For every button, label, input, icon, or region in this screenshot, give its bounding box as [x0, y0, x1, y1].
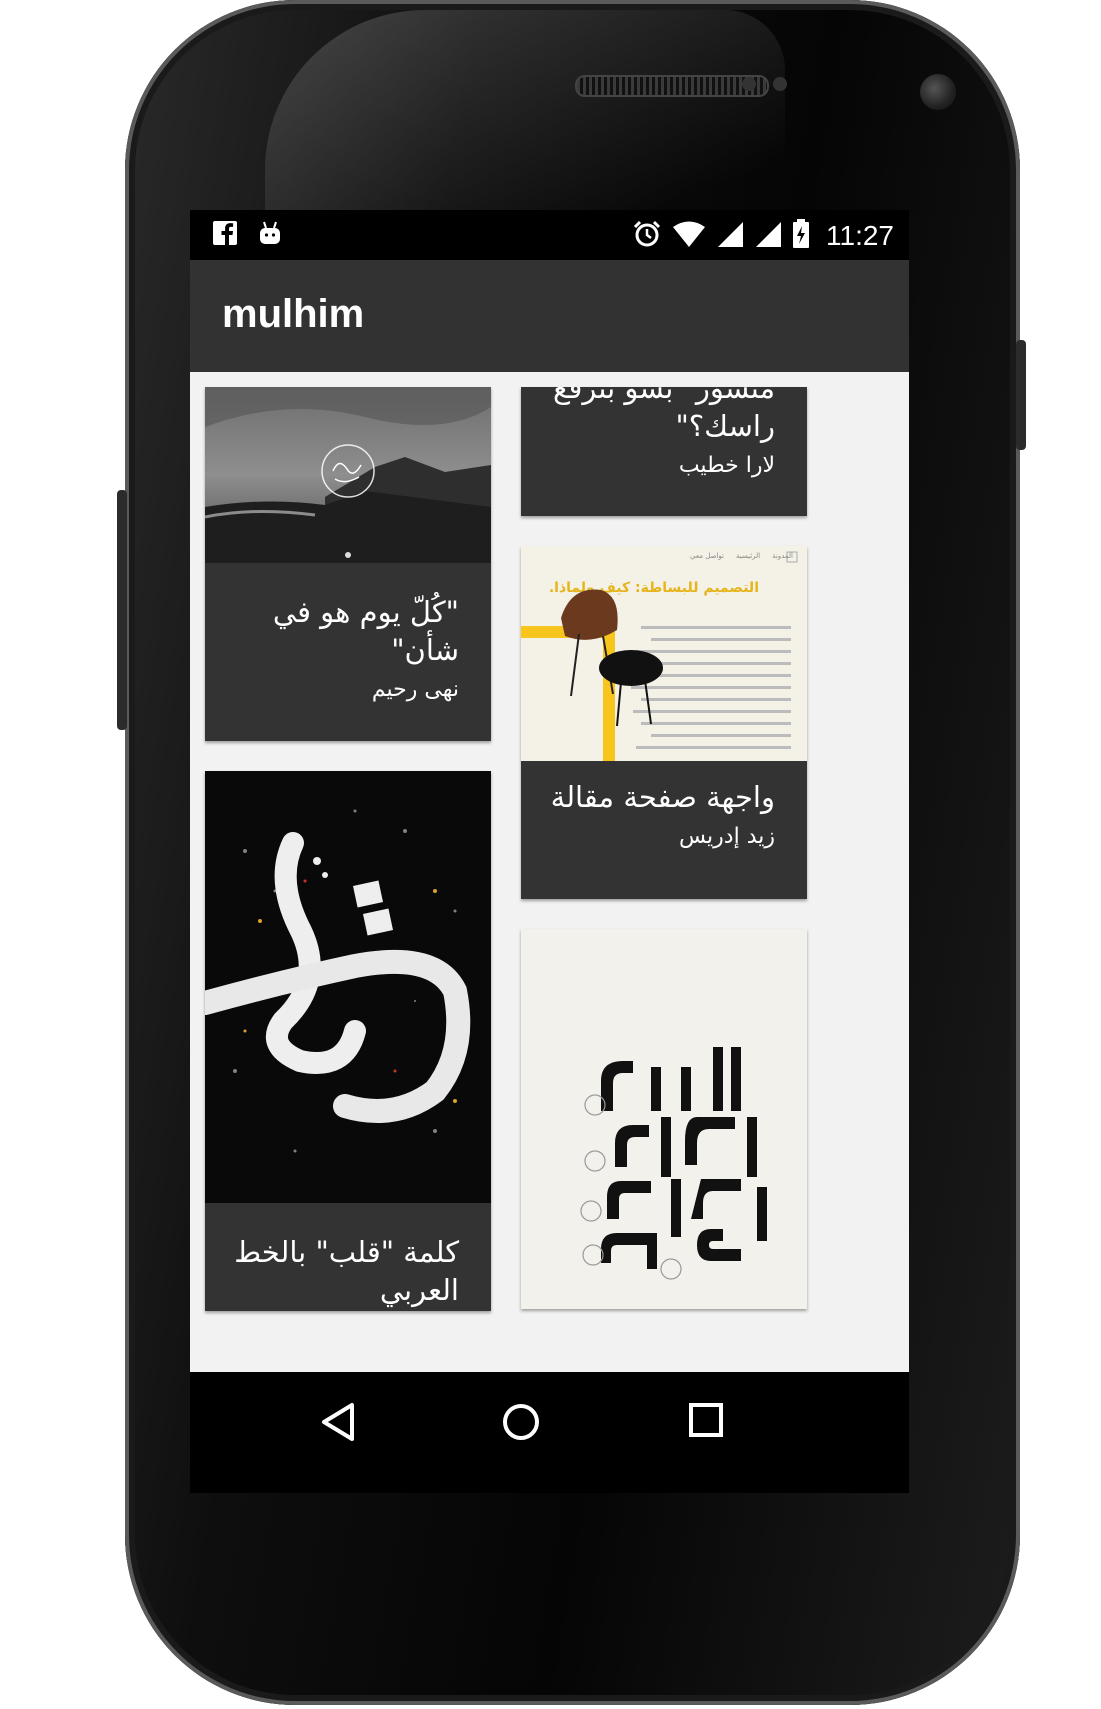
alarm-icon	[632, 219, 662, 253]
recents-icon[interactable]	[688, 1402, 724, 1442]
card-title: "كُلّ يوم هو في شأن"	[272, 595, 459, 667]
android-icon	[258, 220, 282, 250]
card-caption: واجهة صفحة مقالة زيد إدريس	[535, 778, 775, 852]
card-caption: "كُلّ يوم هو في شأن" نهى رحيم	[219, 593, 459, 705]
card-title: كلمة "قلب" بالخط العربي	[234, 1235, 459, 1307]
signal-icon	[754, 220, 782, 252]
earpiece-speaker	[575, 75, 769, 97]
wifi-icon	[672, 220, 706, 252]
facebook-icon	[212, 220, 238, 250]
app-title: mulhim	[222, 292, 365, 336]
proximity-sensor	[742, 77, 756, 91]
card-author: نهى رحيم	[371, 677, 459, 702]
app-bar: mulhim	[190, 260, 909, 372]
card-title: منشور "بشو بترفع راسك؟"	[553, 387, 775, 443]
landscape-calligraphy-image	[205, 387, 491, 563]
card-typography-poster[interactable]	[521, 929, 807, 1309]
qalb-calligraphy-image	[205, 771, 491, 1203]
power-button	[1016, 340, 1026, 450]
arabic-typography-poster-image	[521, 929, 807, 1309]
card-grid[interactable]: منشور "بشو بترفع راسك؟" لارا خطيب "كُلّ …	[190, 372, 909, 1372]
battery-charging-icon	[792, 219, 810, 253]
card-caption: كلمة "قلب" بالخط العربي	[219, 1233, 459, 1309]
card-quote-noha[interactable]: "كُلّ يوم هو في شأن" نهى رحيم	[205, 387, 491, 741]
article-page-mockup-image: المدونة الرئيسية تواصل معي التصميم للبسا…	[521, 546, 807, 761]
front-camera	[920, 74, 956, 110]
back-icon[interactable]	[320, 1402, 356, 1446]
light-sensor	[773, 77, 787, 91]
card-post-lara[interactable]: منشور "بشو بترفع راسك؟" لارا خطيب	[521, 387, 807, 516]
card-title: واجهة صفحة مقالة	[550, 780, 775, 814]
signal-icon	[716, 220, 744, 252]
screen: 11:27 mulhim منشور "بشو بترفع راسك؟" لار…	[190, 210, 909, 1493]
home-icon[interactable]	[501, 1402, 541, 1446]
card-author: لارا خطيب	[678, 453, 775, 478]
status-time: 11:27	[826, 220, 894, 251]
navigation-bar	[190, 1372, 909, 1493]
card-article-zaid[interactable]: المدونة الرئيسية تواصل معي التصميم للبسا…	[521, 546, 807, 899]
card-qalb-calligraphy[interactable]: كلمة "قلب" بالخط العربي	[205, 771, 491, 1311]
card-author: زيد إدريس	[679, 824, 775, 849]
volume-button	[117, 490, 127, 730]
card-caption: منشور "بشو بترفع راسك؟" لارا خطيب	[535, 387, 775, 481]
status-bar: 11:27	[190, 210, 909, 260]
